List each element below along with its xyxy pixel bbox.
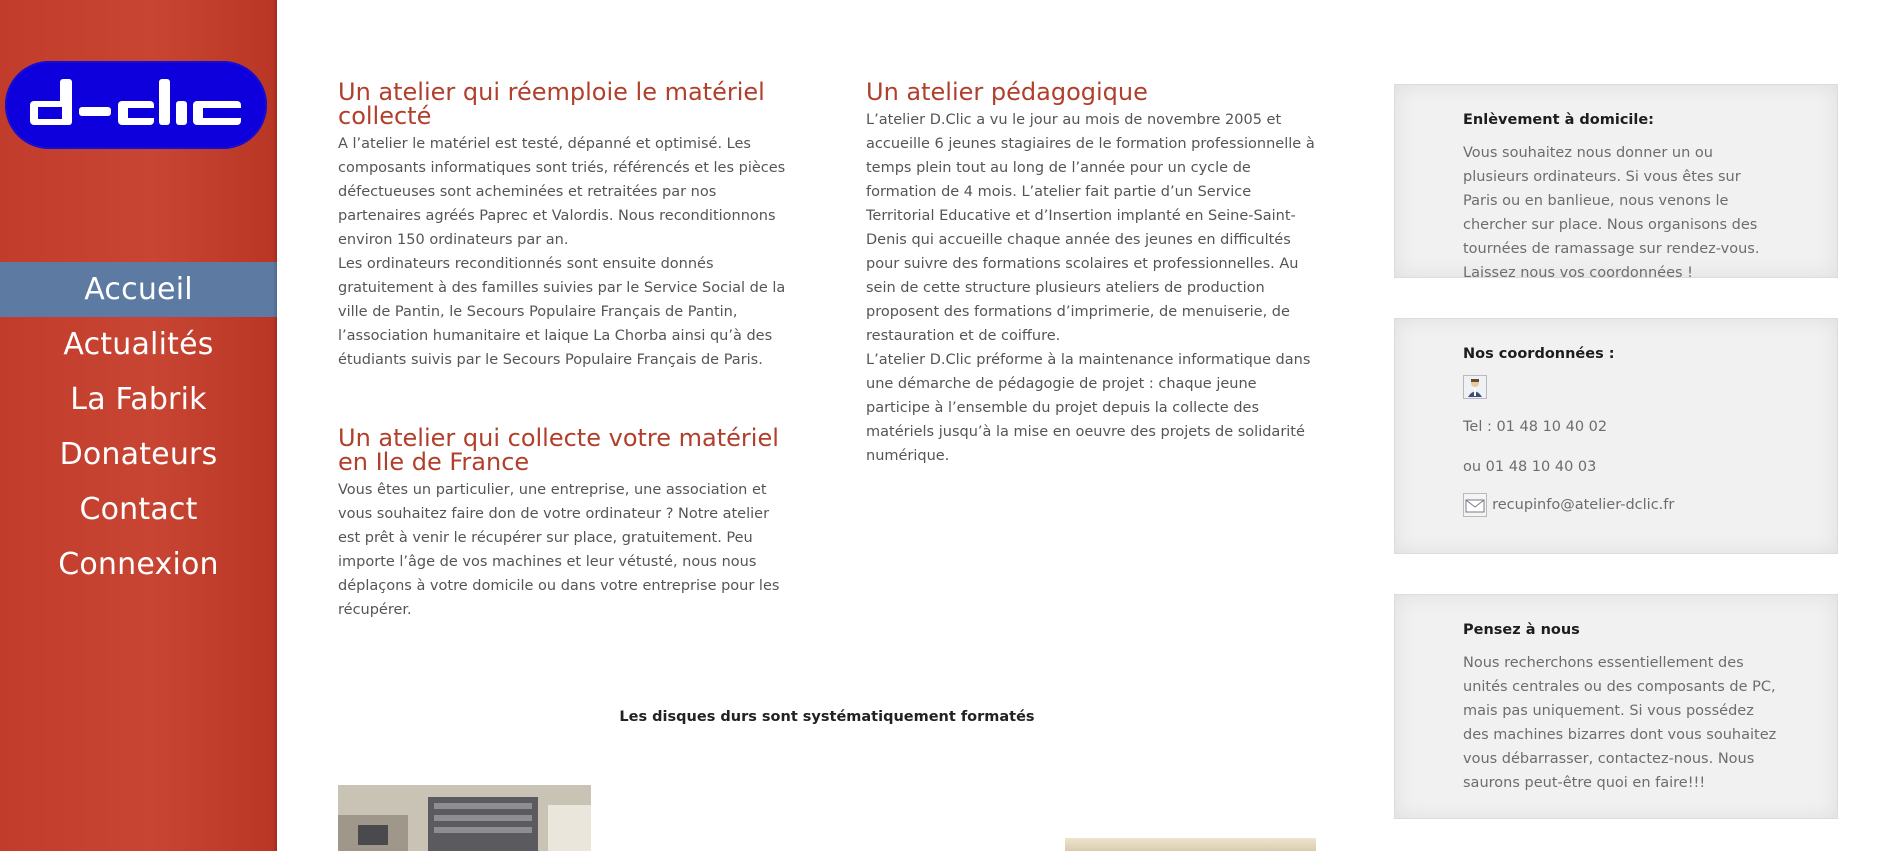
nav-item-accueil[interactable]: Accueil [0,262,277,317]
nav-item-connexion[interactable]: Connexion [0,537,277,592]
contact-phone-2: ou 01 48 10 40 03 [1463,459,1597,475]
section-paragraph: A l’atelier le matériel est testé, dépan… [338,136,786,248]
workshop-photo [338,785,591,851]
section-paragraph: L’atelier D.Clic a vu le jour au mois de… [866,112,1315,344]
main-content: Un atelier qui réemploie le matériel col… [338,80,1318,851]
contact-box: Nos coordonnées : Tel : 01 48 10 40 02 o… [1394,318,1838,554]
section-paragraph: L’atelier D.Clic préforme à la maintenan… [866,352,1311,464]
dclic-logo[interactable] [5,61,267,149]
person-icon [1463,375,1487,399]
think-text: Nous recherchons essentiellement des uni… [1463,655,1777,791]
section-paragraph: Les ordinateurs reconditionnés sont ensu… [338,256,786,368]
think-of-us-box: Pensez à nous Nous recherchons essentiel… [1394,594,1838,819]
left-sidebar: Accueil Actualités La Fabrik Donateurs C… [0,0,277,851]
main-nav: Accueil Actualités La Fabrik Donateurs C… [0,262,277,592]
content-column-left: Un atelier qui réemploie le matériel col… [338,80,786,622]
pickup-title: Enlèvement à domicile: [1463,112,1654,128]
pickup-box: Enlèvement à domicile: Vous souhaitez no… [1394,84,1838,281]
section-title-pedagogique: Un atelier pédagogique [866,78,1148,106]
nav-item-contact[interactable]: Contact [0,482,277,537]
contact-phone-1: Tel : 01 48 10 40 02 [1463,419,1608,435]
logo-wordmark [30,79,245,125]
contact-title: Nos coordonnées : [1463,346,1615,362]
pickup-text: Vous souhaitez nous donner un ou plusieu… [1463,145,1760,281]
info-sidebar: Enlèvement à domicile: Vous souhaitez no… [1394,84,1838,859]
nav-item-actualites[interactable]: Actualités [0,317,277,372]
nav-item-la-fabrik[interactable]: La Fabrik [0,372,277,427]
think-title: Pensez à nous [1463,622,1580,638]
workshop-photo [1065,838,1316,851]
contact-email[interactable]: recupinfo@atelier-dclic.fr [1492,497,1674,513]
content-column-right: Un atelier pédagogique L’atelier D.Clic … [866,80,1318,468]
section-paragraph: Vous êtes un particulier, une entreprise… [338,482,780,618]
nav-item-donateurs[interactable]: Donateurs [0,427,277,482]
mail-icon [1463,493,1487,517]
image-caption: Les disques durs sont systématiquement f… [619,709,1035,725]
section-title-collecte: Un atelier qui collecte votre matériel e… [338,424,779,476]
section-title-reemploi: Un atelier qui réemploie le matériel col… [338,78,765,130]
photo-shelves-graphic [338,785,591,851]
